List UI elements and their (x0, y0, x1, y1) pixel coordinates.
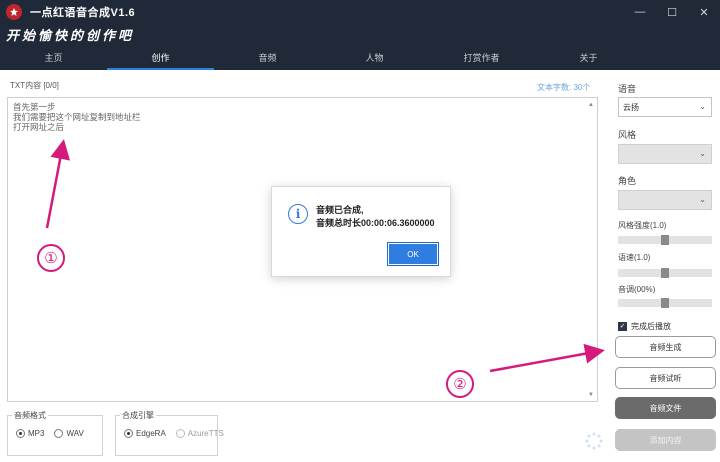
nav-tab-donate[interactable]: 打赏作者 (428, 44, 535, 70)
style-strength-slider[interactable] (618, 235, 712, 245)
nav-tab-character[interactable]: 人物 (321, 44, 428, 70)
format-mp3-option[interactable]: MP3 (16, 429, 44, 438)
radio-button[interactable] (124, 429, 133, 438)
voice-select[interactable]: 云扬 ⌄ (618, 97, 712, 117)
audio-format-group: 音频格式 MP3 WAV (7, 410, 103, 456)
generate-audio-button[interactable]: 音频生成 (615, 336, 716, 358)
nav-tab-about[interactable]: 关于 (535, 44, 642, 70)
style-strength-label: 风格强度(1.0) (618, 221, 667, 230)
role-select[interactable]: ⌄ (618, 190, 712, 210)
engine-title: 合成引擎 (120, 410, 156, 421)
slider-thumb[interactable] (661, 268, 669, 278)
format-wav-option[interactable]: WAV (54, 429, 84, 438)
audio-complete-dialog: i 音频已合成, 音频总时长00:00:06.3600000 OK (271, 186, 451, 277)
voice-label: 语音 (618, 84, 637, 94)
radio-button[interactable] (175, 429, 185, 438)
nav-tab-audio[interactable]: 音频 (214, 44, 321, 70)
chevron-down-icon: ⌄ (699, 195, 706, 204)
engine-group: 合成引擎 EdgeRA AzureTTS (115, 410, 224, 456)
main-nav: 主页 创作 音频 人物 打赏作者 关于 (0, 44, 720, 70)
format-wav-label: WAV (66, 429, 84, 438)
annotation-number-1: ① (37, 244, 65, 272)
chevron-down-icon: ⌄ (699, 149, 706, 158)
style-label: 风格 (618, 130, 637, 140)
nav-tab-create[interactable]: 创作 (107, 44, 214, 70)
audio-file-button[interactable]: 音频文件 (615, 397, 716, 419)
scroll-up-icon[interactable]: ▲ (588, 102, 594, 108)
autoplay-checkbox-row[interactable]: ✓ 完成后播放 (618, 321, 671, 332)
format-mp3-label: MP3 (28, 429, 45, 438)
autoplay-label: 完成后播放 (631, 322, 671, 331)
editor-line: 打开网址之后 (13, 122, 65, 132)
engine-edge-option[interactable]: EdgeRA (124, 429, 166, 438)
info-icon: i (288, 204, 308, 224)
pitch-label: 音调(00%) (618, 285, 656, 294)
preview-audio-button[interactable]: 音频试听 (615, 367, 716, 389)
add-content-button[interactable]: 添加内容 (615, 429, 716, 451)
dialog-ok-button[interactable]: OK (387, 242, 439, 266)
word-count: 文本字数: 30个 (537, 83, 591, 92)
dialog-message-line-2: 音频总时长00:00:06.3600000 (316, 218, 435, 228)
audio-format-title: 音频格式 (12, 410, 48, 421)
style-select[interactable]: ⌄ (618, 144, 712, 164)
speed-label: 语速(1.0) (618, 253, 651, 262)
radio-button[interactable] (54, 429, 64, 438)
nav-tab-home[interactable]: 主页 (0, 44, 107, 70)
chevron-down-icon: ⌄ (699, 102, 706, 111)
maximize-button[interactable]: ☐ (656, 0, 688, 24)
editor-line: 首先第一步 (13, 102, 56, 112)
scroll-down-icon[interactable]: ▼ (588, 392, 594, 398)
slogan-text: 开始愉快的创作吧 (6, 29, 135, 44)
slogan-banner: 开始愉快的创作吧 (0, 24, 720, 44)
annotation-number-2: ② (446, 370, 474, 398)
engine-azure-label: AzureTTS (187, 429, 224, 438)
dialog-message-line-1: 音频已合成, (316, 205, 364, 215)
engine-azure-option[interactable]: AzureTTS (175, 429, 224, 438)
editor-line: 我们需要把这个网址复制到地址栏 (13, 112, 141, 122)
autoplay-checkbox[interactable]: ✓ (618, 322, 627, 331)
slider-thumb[interactable] (661, 235, 669, 245)
role-label: 角色 (618, 176, 637, 186)
pitch-slider[interactable] (618, 298, 712, 308)
speed-slider[interactable] (618, 268, 712, 278)
voice-value: 云扬 (623, 102, 639, 112)
window-title: 一点红语音合成V1.6 (30, 7, 136, 19)
close-button[interactable]: ✕ (688, 0, 720, 24)
engine-edge-label: EdgeRA (136, 429, 166, 438)
title-bar: 一点红语音合成V1.6 — ☐ ✕ (0, 0, 720, 24)
minimize-button[interactable]: — (624, 0, 656, 24)
loading-spinner-icon (585, 432, 603, 450)
txt-content-label: TXT内容 [0/0] (10, 81, 59, 90)
radio-button[interactable] (16, 429, 25, 438)
app-logo-icon (6, 4, 22, 20)
slider-thumb[interactable] (661, 298, 669, 308)
